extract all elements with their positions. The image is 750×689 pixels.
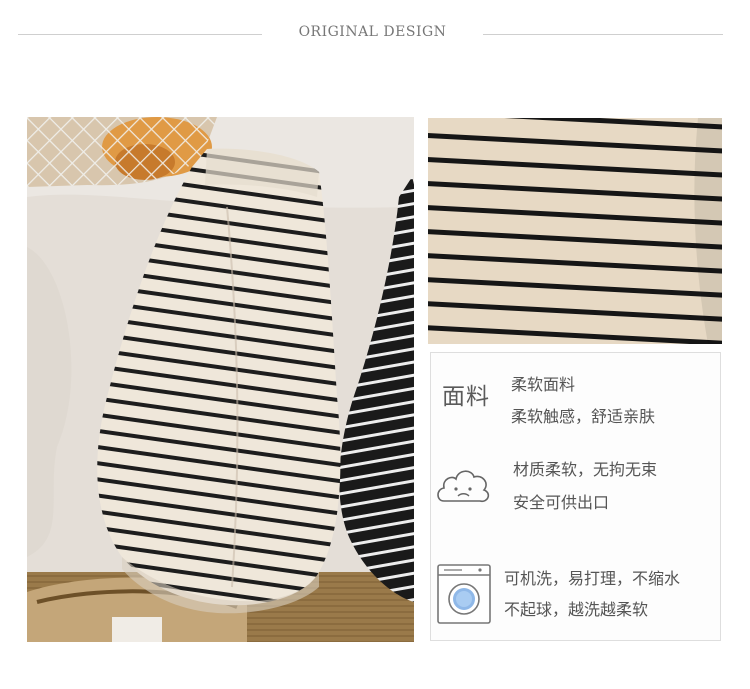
features-panel: 面料 柔软面料 柔软触感，舒适亲肤 材质柔软，无拘无束 安全可供出口 可机洗，易…	[430, 352, 721, 641]
fabric-badge: 面料	[442, 384, 490, 410]
washing-line-2: 不起球，越洗越柔软	[504, 600, 649, 619]
product-photo-illustration	[27, 117, 414, 642]
softness-line-2: 安全可供出口	[513, 493, 610, 512]
fabric-closeup-illustration	[428, 118, 722, 344]
header-divider-left	[18, 34, 262, 35]
section-title: ORIGINAL DESIGN	[298, 24, 447, 40]
fabric-line-2: 柔软触感，舒适亲肤	[511, 407, 656, 426]
fabric-closeup-photo	[428, 118, 722, 344]
section-header: ORIGINAL DESIGN	[0, 18, 750, 52]
washing-machine-icon	[436, 563, 492, 625]
softness-line-1: 材质柔软，无拘无束	[513, 460, 658, 479]
header-divider-right	[483, 34, 723, 35]
cloud-face-icon	[434, 461, 492, 509]
fabric-line-1: 柔软面料	[511, 375, 576, 394]
washing-line-1: 可机洗，易打理，不缩水	[504, 569, 681, 588]
product-photo-pants	[27, 117, 414, 642]
